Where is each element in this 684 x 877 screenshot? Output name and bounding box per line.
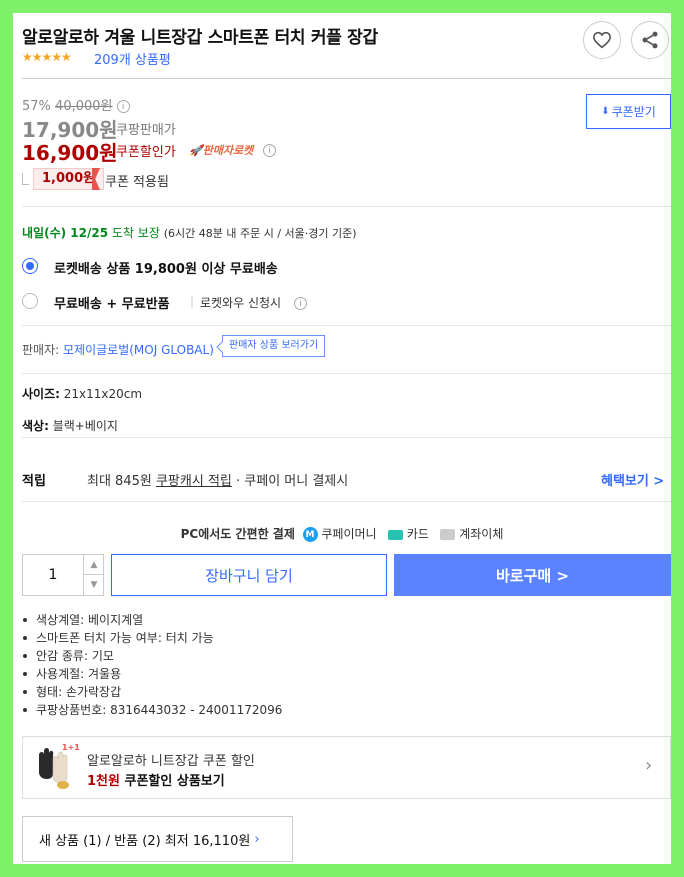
list-item: 형태: 손가락장갑 [22,683,282,701]
promo-subtitle-text: 쿠폰할인 상품보기 [119,774,225,789]
list-item: 색상계열: 베이지계열 [22,611,282,629]
list-item: 스마트폰 터치 가능 여부: 터치 가능 [22,629,282,647]
coupon-download-button[interactable]: ⬇ 쿠폰받기 [586,94,671,129]
info-icon[interactable]: i [116,100,130,113]
review-count-link[interactable]: 209개 상품평 [94,49,171,68]
shipping-option-label: 로켓배송 상품 19,800원 이상 무료배송 [54,262,278,277]
divider [22,325,671,326]
share-button[interactable] [631,21,669,59]
quantity-input[interactable]: 1 [23,555,83,595]
discount-info: 57% 40,000원 i [22,95,130,114]
bundle-badge: 1+1 [62,743,80,752]
mileage-label: 적립 [22,474,46,489]
mileage-text: 최대 845원 쿠팡캐시 적립 · 쿠페이 머니 결제시 [87,470,348,489]
shipping-option-radio[interactable] [22,293,38,309]
size-label: 사이즈: [22,387,60,401]
divider [22,78,671,79]
promo-title: 알로알로하 니트장갑 쿠폰 할인 [87,754,255,769]
attribute-list: 색상계열: 베이지계열 스마트폰 터치 가능 여부: 터치 가능 안감 종류: … [22,611,282,719]
mileage-prefix: 최대 845원 [87,474,156,489]
coupon-price: 16,900원 [22,141,118,165]
buy-now-button[interactable]: 바로구매 > [394,554,671,596]
product-title: 알로알로하 겨울 니트장갑 스마트폰 터치 커플 장갑 [22,28,378,48]
add-to-cart-button[interactable]: 장바구니 담기 [111,554,387,596]
wishlist-button[interactable] [583,21,621,59]
bank-icon [440,529,456,540]
seller-rocket-badge: 🚀판매자로켓 [189,144,254,157]
delivery-guarantee: 도착 보장 [111,226,160,240]
divider [22,501,671,502]
card-label: 카드 [406,527,429,541]
delivery-info: 내일(수) 12/25 도착 보장 (6시간 48분 내 주문 시 / 서울·경… [22,224,357,241]
payment-heading: PC에서도 간편한 결제 [180,527,295,541]
divider [22,373,671,374]
chevron-down-icon: ▼ [90,580,98,590]
color-option: 색상: 블랙+베이지 [22,417,118,434]
shipping-option-radio[interactable] [22,258,38,274]
bank-label: 계좌이체 [459,527,504,541]
heart-icon [592,31,612,49]
download-icon: ⬇ [601,106,610,117]
list-item: 쿠팡상품번호: 8316443032 - 24001172096 [22,701,282,719]
coupon-applied-text: 쿠폰 적용됨 [105,175,169,190]
seller-name-link[interactable]: 모제이글로벌(MOJ GLOBAL) [63,343,214,357]
quantity-decrease-button[interactable]: ▼ [83,575,104,595]
quantity-increase-button[interactable]: ▲ [83,555,104,575]
glove-thumbnail: 1+1 [33,743,80,791]
shipping-option-sub: 로켓와우 신청시 [200,296,282,310]
card-icon [388,529,404,540]
list-item: 사용계절: 겨울용 [22,665,282,683]
promo-subtitle: 1천원 쿠폰할인 상품보기 [87,770,225,789]
divider [22,437,671,438]
chevron-right-icon: › [254,831,260,847]
divider [22,206,671,207]
other-sellers-text: 새 상품 (1) / 반품 (2) 최저 16,110원 [39,833,251,849]
seller-label: 판매자: [22,343,60,357]
coupay-icon: M [302,527,318,542]
share-icon [642,31,658,49]
size-option: 사이즈: 21x11x20cm [22,385,142,402]
quantity-stepper: 1 ▲ ▼ [22,554,104,596]
promo-highlight: 1천원 [87,774,120,789]
original-price: 40,000원 [55,99,113,114]
chevron-up-icon: ▲ [90,559,98,570]
discount-rate: 57% [22,99,51,114]
chevron-right-icon: › [645,755,653,776]
coupay-label: 쿠페이머니 [321,527,377,541]
product-detail-panel: 알로알로하 겨울 니트장갑 스마트폰 터치 커플 장갑 ★★★★★ 209개 상… [13,13,671,864]
delivery-note: (6시간 48분 내 주문 시 / 서울·경기 기준) [163,227,357,240]
list-item: 안감 종류: 기모 [22,647,282,665]
size-value: 21x11x20cm [63,387,143,401]
info-icon[interactable]: i [263,144,276,157]
coupon-price-label: 쿠폰할인가 [116,145,176,160]
color-label: 색상: [22,419,49,433]
mileage-suffix: · 쿠페이 머니 결제시 [231,474,349,489]
shipping-option-label: 무료배송 + 무료반품 [54,297,170,312]
color-value: 블랙+베이지 [52,419,118,433]
payment-methods: PC에서도 간편한 결제 M 쿠페이머니 카드 계좌이체 [13,525,671,542]
delivery-date: 내일(수) 12/25 [22,226,109,240]
info-icon[interactable]: i [294,297,307,310]
rating-stars: ★★★★★ [22,50,72,64]
benefit-link[interactable]: 혜택보기 > [601,470,664,489]
coupang-price-label: 쿠팡판매가 [116,123,176,138]
coupang-cash-link[interactable]: 쿠팡캐시 적립 [156,474,232,489]
seller-products-button[interactable]: 판매자 상품 보러가기 [222,335,326,357]
coupon-promo-banner[interactable]: 1+1 알로알로하 니트장갑 쿠폰 할인 1천원 쿠폰할인 상품보기 › [22,736,671,799]
seller-info: 판매자: 모제이글로벌(MOJ GLOBAL) [22,341,214,358]
separator: | [190,294,195,308]
coupon-download-label: 쿠폰받기 [611,105,656,119]
tree-corner [22,173,29,185]
other-sellers-button[interactable]: 새 상품 (1) / 반품 (2) 최저 16,110원 › [22,816,293,862]
